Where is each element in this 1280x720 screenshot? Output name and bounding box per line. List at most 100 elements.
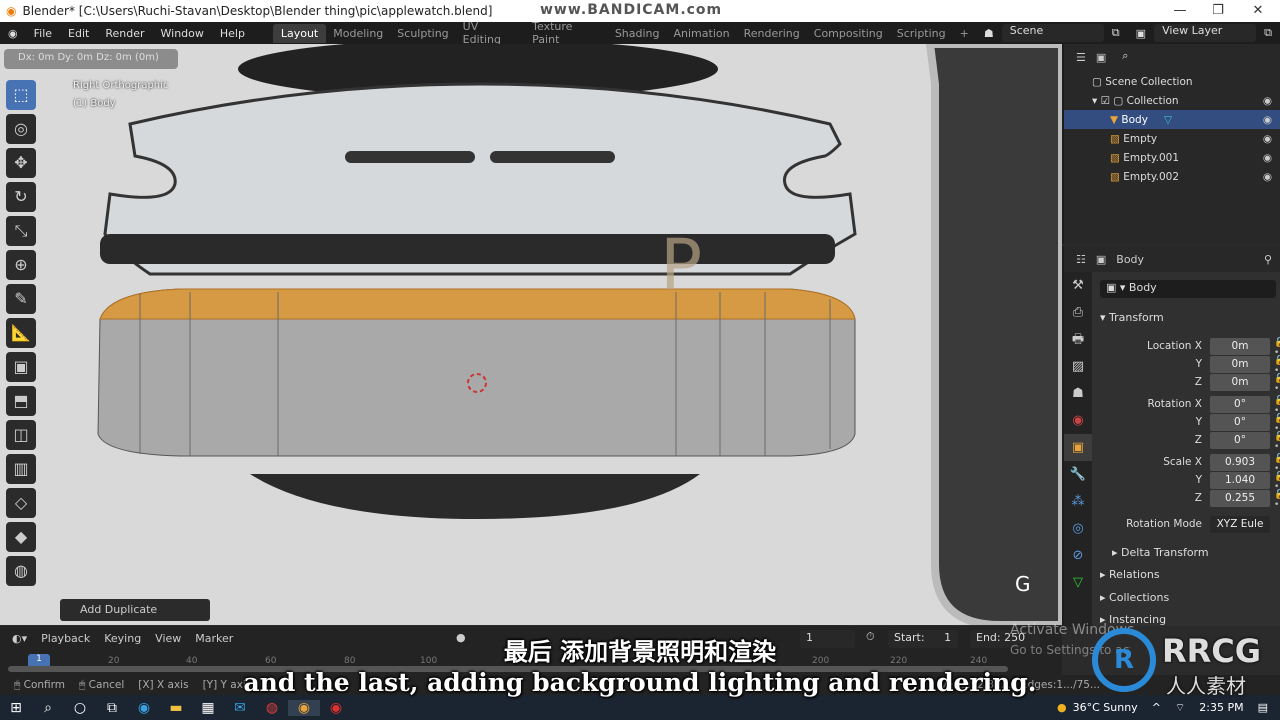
tool-tab-icon[interactable]: ⚒ [1064,272,1092,299]
relations-header[interactable]: ▸ Relations [1100,568,1160,581]
outliner-item-empty-002[interactable]: ▧ Empty.002 ◉ [1064,167,1280,186]
tab-sculpting[interactable]: Sculpting [390,27,455,40]
menu-help[interactable]: Help [212,27,253,40]
tab-compositing[interactable]: Compositing [807,27,890,40]
weather-text[interactable]: 36°C Sunny [1073,701,1138,714]
editor-type-icon[interactable]: ☷ [1076,253,1086,266]
lock-icon[interactable]: 🔓 • [1274,374,1280,394]
eye-icon[interactable]: ◉ [1263,95,1272,107]
data-tab-icon[interactable]: ▽ [1064,569,1092,596]
blender-menu-icon[interactable]: ◉ [0,27,26,40]
filter-icon[interactable]: ▣ [1096,51,1106,64]
windows-start-icon[interactable]: ⊞ [0,700,32,716]
mail-icon[interactable]: ✉ [224,700,256,716]
tab-shading[interactable]: Shading [608,27,667,40]
3d-viewport[interactable]: P G Dx: 0m Dy: 0m Dz: 0m (0m) Right Orth… [0,44,1062,625]
bandicam-icon[interactable]: ◉ [320,700,352,716]
wifi-icon[interactable]: ⌔ [1175,701,1185,715]
new-scene-icon[interactable]: ⧉ [1104,26,1128,40]
menu-edit[interactable]: Edit [60,27,97,40]
object-tab-icon[interactable]: ▣ [1064,434,1092,461]
eye-icon[interactable]: ◉ [1263,171,1272,183]
tab-modeling[interactable]: Modeling [326,27,390,40]
output-tab-icon[interactable]: 🖶 [1064,326,1092,353]
eye-icon[interactable]: ◉ [1263,152,1272,164]
tab-layout[interactable]: Layout [272,23,327,43]
outliner-search-input[interactable]: ⌕ [1116,48,1227,66]
add-cube-tool-icon[interactable]: ▣ [6,352,36,382]
menu-file[interactable]: File [26,27,60,40]
add-workspace-button[interactable]: + [953,27,976,40]
render-tab-icon[interactable]: ⎙ [1064,299,1092,326]
shrink-tool-icon[interactable]: ◆ [6,522,36,552]
outliner-item-body[interactable]: ▼ Body ▽ ◉ [1064,110,1280,129]
scene-tab-icon[interactable]: ☗ [1064,380,1092,407]
extrude-tool-icon[interactable]: ⬒ [6,386,36,416]
view-layer-selector[interactable]: View Layer [1154,24,1257,42]
delta-transform-header[interactable]: ▸ Delta Transform [1112,546,1209,559]
tab-rendering[interactable]: Rendering [737,27,807,40]
transform-panel-header[interactable]: ▾ Transform [1100,311,1164,324]
search-icon[interactable]: ⌕ [32,700,64,716]
lock-icon[interactable]: 🔓 • [1274,414,1280,434]
lock-icon[interactable]: 🔓 • [1274,396,1280,416]
scale-tool-icon[interactable]: ⤡ [6,216,36,246]
notifications-icon[interactable]: ▤ [1258,701,1268,714]
blender-taskbar-icon[interactable]: ◉ [288,699,320,716]
measure-tool-icon[interactable]: 📐 [6,318,36,348]
knife-tool-icon[interactable]: ◇ [6,488,36,518]
eye-icon[interactable]: ◉ [1263,133,1272,145]
menu-render[interactable]: Render [97,27,152,40]
outliner-item-empty[interactable]: ▧ Empty ◉ [1064,129,1280,148]
rotation-mode-select[interactable]: XYZ Eule [1210,516,1270,533]
tray-chevron-icon[interactable]: ^ [1152,701,1161,714]
lock-icon[interactable]: 🔓 • [1274,472,1280,492]
scene-icon[interactable]: ☗ [976,27,1002,40]
display-mode-icon[interactable]: ☰ [1076,51,1086,64]
maximize-button[interactable]: ❐ [1198,0,1238,22]
lock-icon[interactable]: 🔓 • [1274,454,1280,474]
physics-tab-icon[interactable]: ◎ [1064,515,1092,542]
lock-icon[interactable]: 🔓 • [1274,356,1280,376]
modifier-tab-icon[interactable]: 🔧 [1064,461,1092,488]
tab-animation[interactable]: Animation [667,27,737,40]
edge-icon[interactable]: ◉ [128,700,160,716]
collections-header[interactable]: ▸ Collections [1100,591,1169,604]
inset-tool-icon[interactable]: ◫ [6,420,36,450]
scene-selector[interactable]: Scene [1001,24,1104,42]
cortana-icon[interactable]: ○ [64,700,96,716]
clock[interactable]: 2:35 PM [1199,701,1243,714]
lock-icon[interactable]: 🔓 • [1274,490,1280,510]
chrome-icon[interactable]: ◍ [256,700,288,716]
outliner-item-collection[interactable]: ▾ ☑ ▢ Collection ◉ [1064,91,1280,110]
outliner-item-empty-001[interactable]: ▧ Empty.001 ◉ [1064,148,1280,167]
close-button[interactable]: ✕ [1238,0,1278,22]
tab-uv-editing[interactable]: UV Editing [456,20,526,46]
new-view-layer-icon[interactable]: ⧉ [1256,26,1280,40]
select-box-tool-icon[interactable]: ⬚ [6,80,36,110]
last-operator-panel[interactable]: Add Duplicate [60,599,210,621]
annotate-tool-icon[interactable]: ✎ [6,284,36,314]
loop-cut-tool-icon[interactable]: ▥ [6,454,36,484]
lock-icon[interactable]: 🔓 • [1274,338,1280,358]
particles-tab-icon[interactable]: ⁂ [1064,488,1092,515]
view-layer-tab-icon[interactable]: ▨ [1064,353,1092,380]
minimize-button[interactable]: — [1160,0,1200,22]
task-view-icon[interactable]: ⧉ [96,700,128,716]
rotate-tool-icon[interactable]: ↻ [6,182,36,212]
cursor-tool-icon[interactable]: ◎ [6,114,36,144]
lock-icon[interactable]: 🔓 • [1274,432,1280,452]
spin-tool-icon[interactable]: ◍ [6,556,36,586]
menu-window[interactable]: Window [153,27,212,40]
constraints-tab-icon[interactable]: ⊘ [1064,542,1092,569]
tab-scripting[interactable]: Scripting [890,27,953,40]
object-name-field[interactable]: ▣ ▾ Body [1100,280,1276,298]
outliner-item-scene-collection[interactable]: ▢ Scene Collection [1064,72,1280,91]
move-tool-icon[interactable]: ✥ [6,148,36,178]
eye-icon[interactable]: ◉ [1263,114,1272,126]
view-layer-icon[interactable]: ▣ [1128,27,1154,40]
world-tab-icon[interactable]: ◉ [1064,407,1092,434]
transform-tool-icon[interactable]: ⊕ [6,250,36,280]
pin-icon[interactable]: ⚲ [1264,253,1272,266]
file-explorer-icon[interactable]: ▬ [160,700,192,716]
